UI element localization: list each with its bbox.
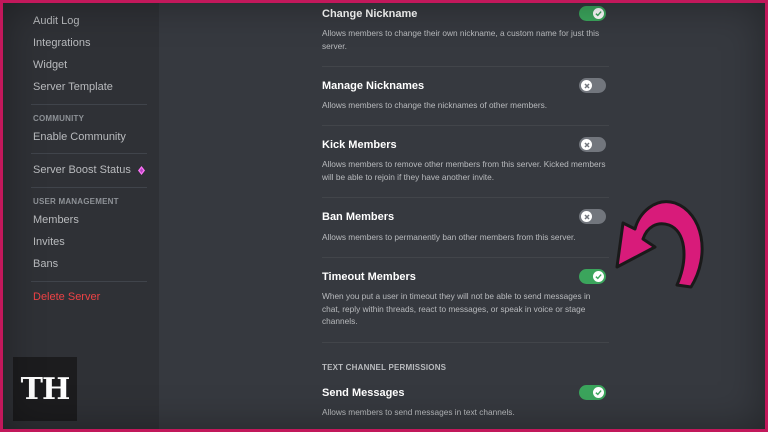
section-header-text-channel: TEXT CHANNEL PERMISSIONS xyxy=(322,363,447,372)
permission-divider xyxy=(322,66,609,67)
sidebar-item-integrations[interactable]: Integrations xyxy=(33,37,90,49)
sidebar-item-enable-community[interactable]: Enable Community xyxy=(33,131,126,143)
permission-divider xyxy=(322,342,609,343)
sidebar-item-boost-status[interactable]: Server Boost Status xyxy=(33,164,131,176)
sidebar-divider xyxy=(31,187,147,188)
toggle-manage-nicknames[interactable] xyxy=(579,78,606,93)
sidebar-item-invites[interactable]: Invites xyxy=(33,236,65,248)
permission-divider xyxy=(322,257,609,258)
app-window: Audit Log Integrations Widget Server Tem… xyxy=(3,3,765,429)
sidebar-item-bans[interactable]: Bans xyxy=(33,258,58,270)
permission-title-kick-members: Kick Members xyxy=(322,139,397,151)
sidebar-divider xyxy=(31,281,147,282)
sidebar-item-server-template[interactable]: Server Template xyxy=(33,81,113,93)
permission-desc-timeout-members: When you put a user in timeout they will… xyxy=(322,291,591,327)
permission-desc-change-nickname: Allows members to change their own nickn… xyxy=(322,28,600,51)
permission-divider xyxy=(322,197,609,198)
check-icon xyxy=(593,387,604,398)
sidebar-divider xyxy=(31,104,147,105)
close-icon xyxy=(581,80,592,91)
permission-title-ban-members: Ban Members xyxy=(322,211,395,223)
permission-desc-manage-nicknames: Allows members to change the nicknames o… xyxy=(322,100,548,110)
sidebar-item-members[interactable]: Members xyxy=(33,214,79,226)
close-icon xyxy=(581,139,592,150)
sidebar-header-user-management: USER MANAGEMENT xyxy=(33,197,119,206)
permission-desc-ban-members: Allows members to permanently ban other … xyxy=(322,232,576,242)
permission-title-timeout-members: Timeout Members xyxy=(322,271,416,283)
sidebar-item-audit-log[interactable]: Audit Log xyxy=(33,15,79,27)
toggle-kick-members[interactable] xyxy=(579,137,606,152)
permission-title-send-messages: Send Messages xyxy=(322,387,405,399)
close-icon xyxy=(581,211,592,222)
sidebar-divider xyxy=(31,153,147,154)
check-icon xyxy=(593,8,604,19)
permission-desc-send-messages: Allows members to send messages in text … xyxy=(322,407,515,417)
annotation-arrow-icon xyxy=(615,200,704,289)
boost-gem-icon xyxy=(138,166,145,175)
permissions-panel: Change Nickname Allows members to change… xyxy=(159,3,765,429)
permission-title-change-nickname: Change Nickname xyxy=(322,8,418,20)
permission-divider xyxy=(322,125,609,126)
permission-desc-kick-members: Allows members to remove other members f… xyxy=(322,159,606,182)
sidebar-item-widget[interactable]: Widget xyxy=(33,59,67,71)
sidebar-item-delete-server[interactable]: Delete Server xyxy=(33,291,100,303)
permission-title-manage-nicknames: Manage Nicknames xyxy=(322,80,425,92)
sidebar-header-community: COMMUNITY xyxy=(33,114,85,123)
channel-logo: TH xyxy=(13,357,77,421)
toggle-send-messages[interactable] xyxy=(579,385,606,400)
toggle-change-nickname[interactable] xyxy=(579,6,606,21)
